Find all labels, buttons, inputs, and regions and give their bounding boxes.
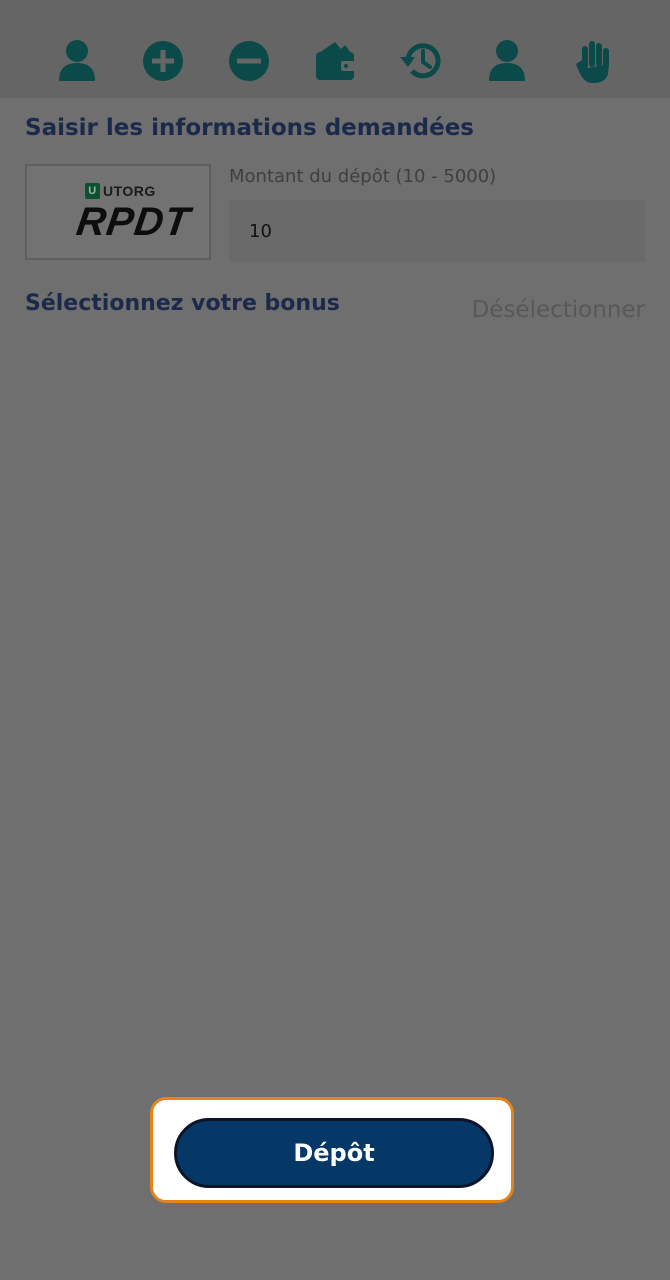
user-icon[interactable] <box>54 36 100 86</box>
rpdt-wordmark: RPDT <box>73 200 193 244</box>
amount-input[interactable] <box>229 200 645 262</box>
deselect-link[interactable]: Désélectionner <box>472 297 645 323</box>
wallet-icon[interactable] <box>312 36 358 86</box>
utorg-badge-icon: U <box>85 183 100 199</box>
bonus-title: Sélectionnez votre bonus <box>25 291 340 316</box>
plus-circle-icon[interactable] <box>140 36 186 86</box>
utorg-brand-text: UTORG <box>103 183 156 199</box>
payment-method-logo[interactable]: U UTORG RPDT <box>25 164 211 260</box>
page-heading: Saisir les informations demandées <box>25 115 474 141</box>
top-toolbar <box>0 0 670 98</box>
minus-circle-icon[interactable] <box>226 36 272 86</box>
utorg-brand: U UTORG <box>85 183 156 199</box>
history-icon[interactable] <box>398 36 444 86</box>
deposit-button[interactable]: Dépôt <box>174 1118 494 1188</box>
profile-icon[interactable] <box>484 36 530 86</box>
amount-label: Montant du dépôt (10 - 5000) <box>229 166 497 187</box>
hand-icon[interactable] <box>570 36 616 86</box>
